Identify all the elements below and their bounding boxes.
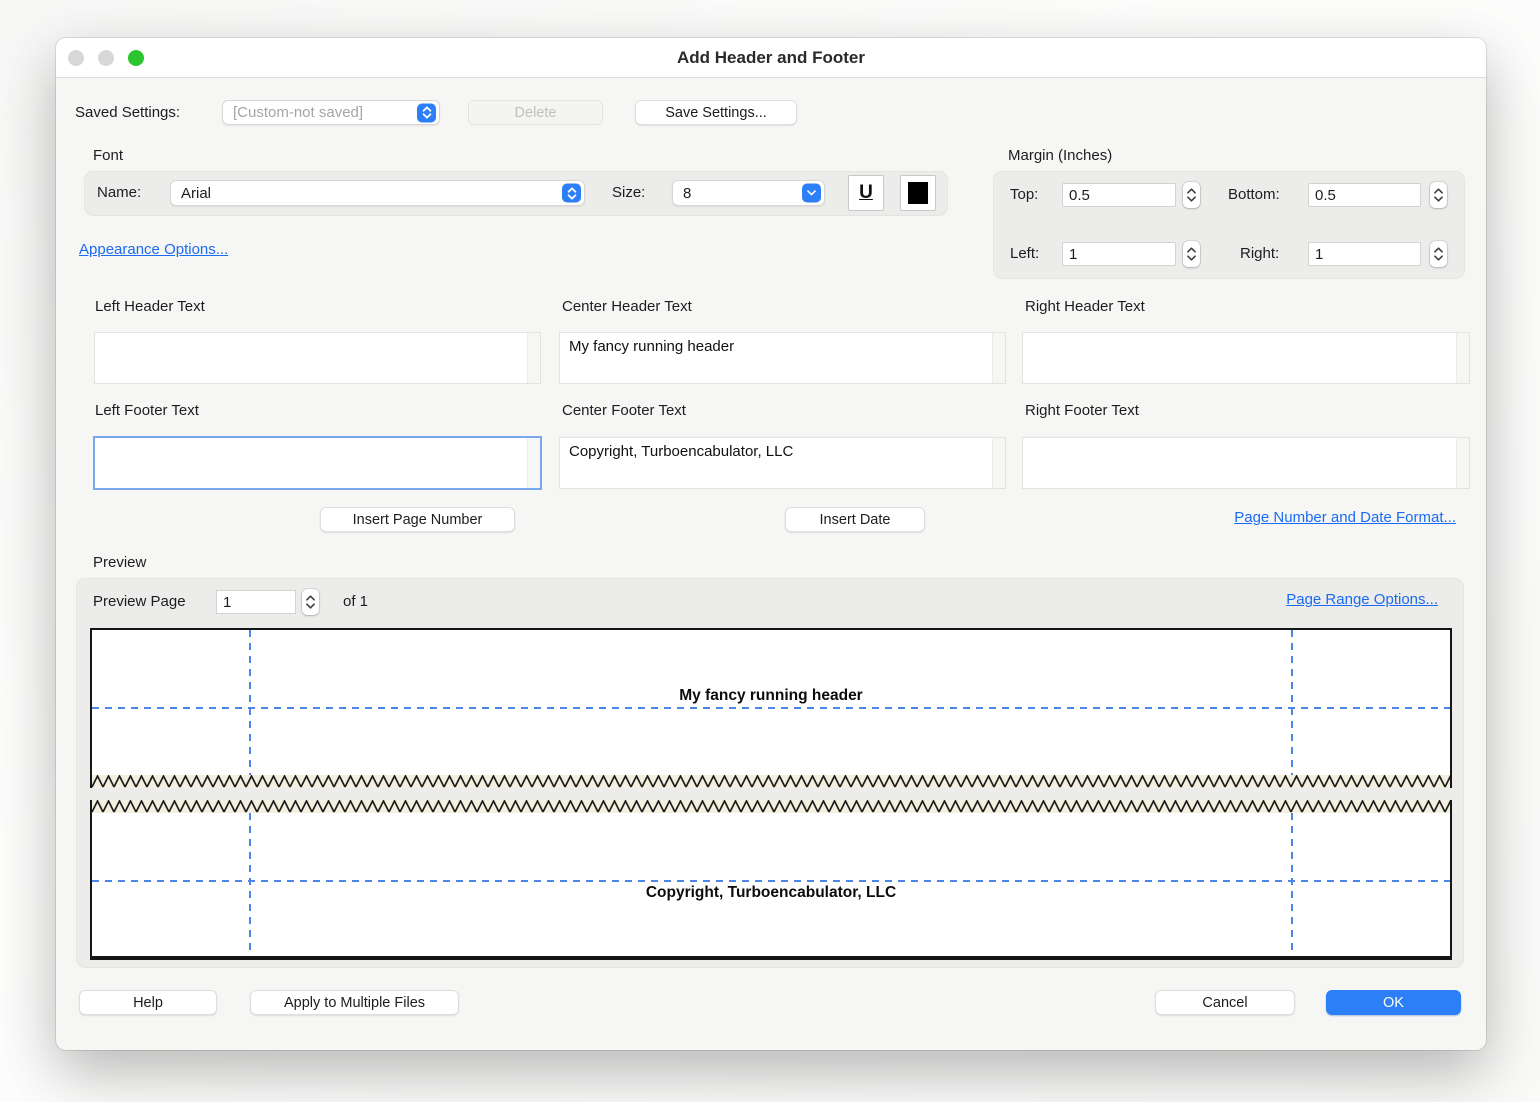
desktop-backdrop: Add Header and Footer Saved Settings: [C… xyxy=(0,0,1540,1102)
torn-edge-icon xyxy=(92,800,1450,813)
cancel-button[interactable]: Cancel xyxy=(1155,990,1295,1015)
center-footer-value: Copyright, Turboencabulator, LLC xyxy=(569,443,793,460)
right-footer-textarea[interactable] xyxy=(1022,437,1470,489)
add-header-footer-dialog: Add Header and Footer Saved Settings: [C… xyxy=(56,38,1486,1050)
minimize-icon[interactable] xyxy=(98,50,114,66)
popup-chevrons-icon xyxy=(417,103,436,122)
margin-section-label: Margin (Inches) xyxy=(1008,147,1112,164)
preview-page-bottom: Copyright, Turboencabulator, LLC xyxy=(90,800,1452,960)
right-header-label: Right Header Text xyxy=(1025,298,1145,315)
saved-settings-select[interactable]: [Custom-not saved] xyxy=(222,100,440,125)
apply-to-multiple-files-button[interactable]: Apply to Multiple Files xyxy=(250,990,459,1015)
font-groupbox: Name: Arial Size: 8 U xyxy=(84,171,948,216)
preview-page-label: Preview Page xyxy=(93,593,186,610)
right-header-textarea[interactable] xyxy=(1022,332,1470,384)
margin-top-stepper[interactable] xyxy=(1183,182,1200,208)
font-name-value: Arial xyxy=(181,185,211,202)
margin-bottom-label: Bottom: xyxy=(1228,186,1280,203)
center-header-textarea[interactable]: My fancy running header xyxy=(559,332,1006,384)
scrollbar-track xyxy=(992,333,1005,383)
left-footer-label: Left Footer Text xyxy=(95,402,199,419)
scrollbar-track xyxy=(992,438,1005,488)
popup-chevrons-icon xyxy=(562,184,581,203)
font-name-label: Name: xyxy=(97,184,141,201)
underline-button[interactable]: U xyxy=(848,175,884,211)
underline-icon: U xyxy=(859,182,873,204)
preview-of-label: of 1 xyxy=(343,593,368,610)
margin-left-label: Left: xyxy=(1010,245,1039,262)
margin-left-stepper[interactable] xyxy=(1183,241,1200,267)
left-header-textarea[interactable] xyxy=(94,332,541,384)
margin-right-input[interactable] xyxy=(1308,242,1421,266)
top-margin-guide xyxy=(92,707,1450,709)
preview-page-stepper[interactable] xyxy=(302,589,319,615)
scrollbar-track xyxy=(527,333,540,383)
margin-top-input[interactable] xyxy=(1062,183,1176,207)
color-swatch-icon xyxy=(908,182,928,204)
margin-left-input[interactable] xyxy=(1062,242,1176,266)
preview-section-label: Preview xyxy=(93,554,146,571)
font-size-select[interactable]: 8 xyxy=(672,180,825,206)
insert-page-number-button[interactable]: Insert Page Number xyxy=(320,507,515,532)
scrollbar-track xyxy=(1456,333,1469,383)
font-size-label: Size: xyxy=(612,184,645,201)
close-icon[interactable] xyxy=(68,50,84,66)
preview-header-text: My fancy running header xyxy=(92,687,1450,705)
margin-bottom-stepper[interactable] xyxy=(1430,182,1447,208)
preview-groupbox: Preview Page of 1 Page Range Options... … xyxy=(76,578,1464,968)
font-section-label: Font xyxy=(93,147,123,164)
insert-date-button[interactable]: Insert Date xyxy=(785,507,925,532)
ok-button[interactable]: OK xyxy=(1326,990,1461,1015)
scrollbar-track xyxy=(527,438,540,488)
window-title: Add Header and Footer xyxy=(56,38,1486,78)
page-range-options-link[interactable]: Page Range Options... xyxy=(1286,591,1438,608)
help-button[interactable]: Help xyxy=(79,990,217,1015)
center-footer-label: Center Footer Text xyxy=(562,402,686,419)
margin-right-stepper[interactable] xyxy=(1430,241,1447,267)
font-name-select[interactable]: Arial xyxy=(170,180,585,206)
preview-footer-text: Copyright, Turboencabulator, LLC xyxy=(92,884,1450,902)
font-size-value: 8 xyxy=(683,185,691,202)
page-number-date-format-link[interactable]: Page Number and Date Format... xyxy=(1234,509,1456,526)
appearance-options-link[interactable]: Appearance Options... xyxy=(79,241,228,258)
margin-right-label: Right: xyxy=(1240,245,1279,262)
margin-top-label: Top: xyxy=(1010,186,1038,203)
right-footer-label: Right Footer Text xyxy=(1025,402,1139,419)
left-footer-textarea[interactable] xyxy=(94,437,541,489)
preview-page-top: My fancy running header xyxy=(90,628,1452,788)
maximize-icon[interactable] xyxy=(128,50,144,66)
margin-bottom-input[interactable] xyxy=(1308,183,1421,207)
font-color-button[interactable] xyxy=(900,175,936,211)
titlebar: Add Header and Footer xyxy=(56,38,1486,78)
margin-groupbox: Top: Bottom: Left: Right: xyxy=(993,171,1465,279)
delete-button[interactable]: Delete xyxy=(468,100,603,125)
bottom-margin-guide xyxy=(92,880,1450,882)
center-header-label: Center Header Text xyxy=(562,298,692,315)
saved-settings-label: Saved Settings: xyxy=(75,104,180,121)
preview-page-input[interactable] xyxy=(216,590,296,614)
left-header-label: Left Header Text xyxy=(95,298,205,315)
center-header-value: My fancy running header xyxy=(569,338,734,355)
center-footer-textarea[interactable]: Copyright, Turboencabulator, LLC xyxy=(559,437,1006,489)
save-settings-button[interactable]: Save Settings... xyxy=(635,100,797,125)
saved-settings-value: [Custom-not saved] xyxy=(233,104,363,121)
chevron-down-icon xyxy=(802,184,821,203)
torn-edge-icon xyxy=(92,775,1450,788)
scrollbar-track xyxy=(1456,438,1469,488)
